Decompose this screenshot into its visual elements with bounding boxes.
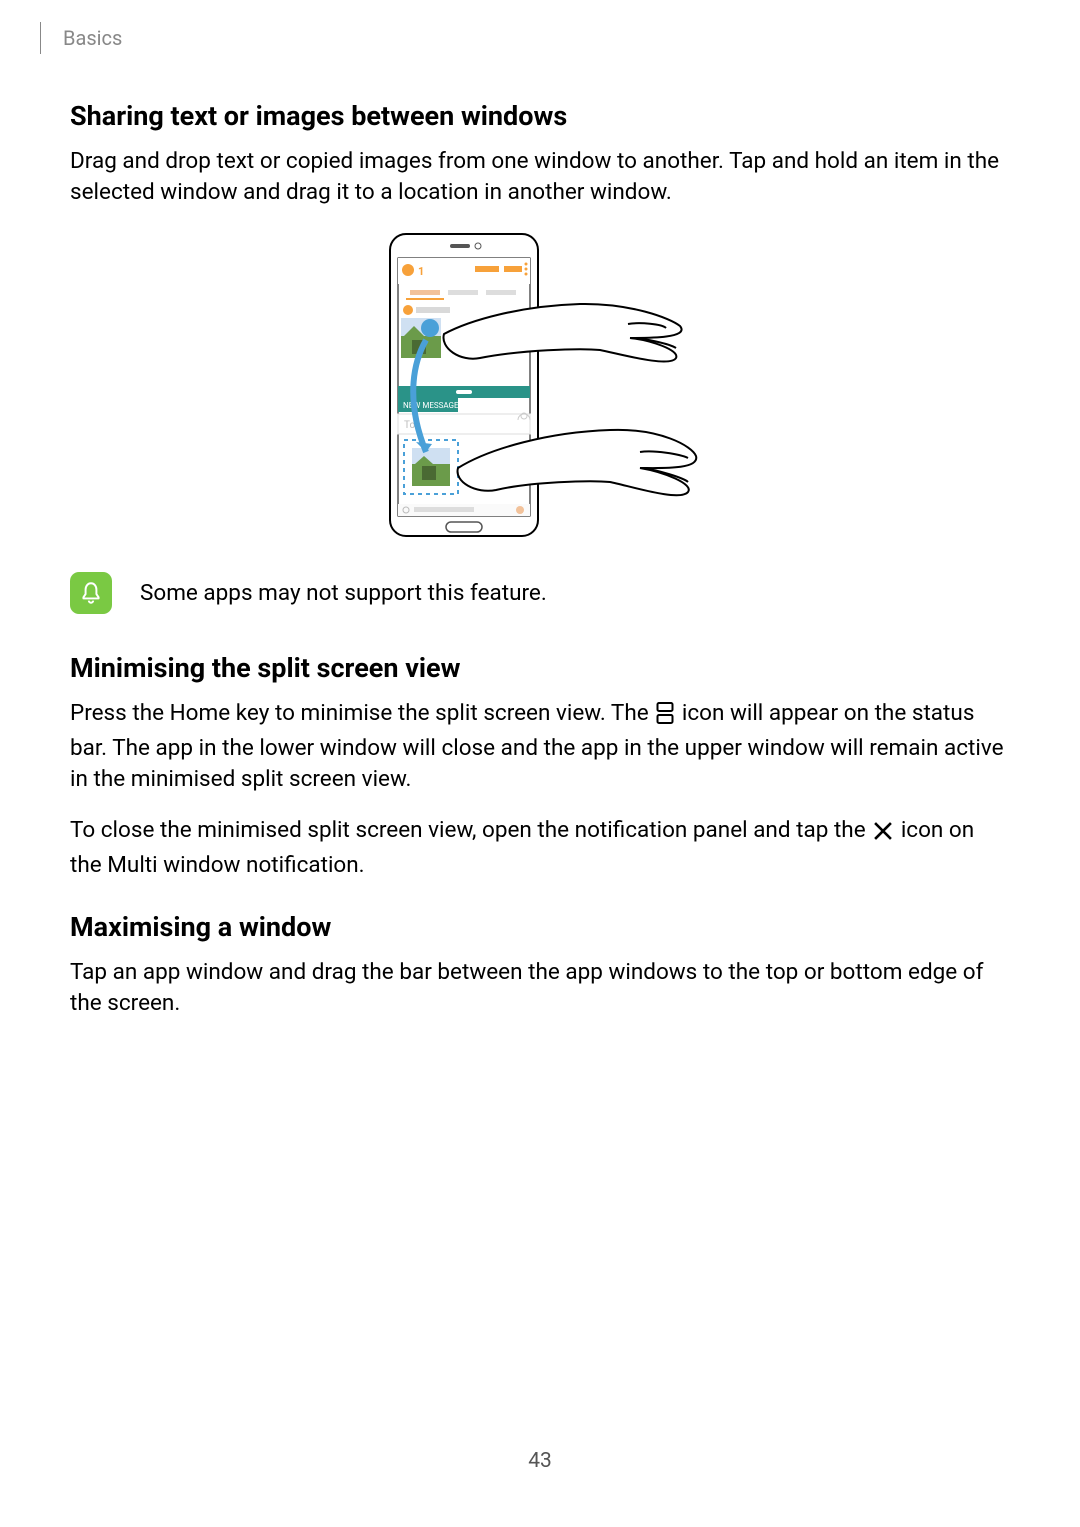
section-body-sharing: Drag and drop text or copied images from… [70, 146, 1010, 208]
split-view-icon [656, 702, 674, 733]
text-part: Press the Home key to minimise the split… [70, 700, 649, 726]
section-body-minimising-2: To close the minimised split screen view… [70, 815, 1010, 881]
section-body-minimising-1: Press the Home key to minimise the split… [70, 698, 1010, 795]
svg-text:1: 1 [418, 265, 424, 278]
section-heading-maximising: Maximising a window [70, 911, 1010, 943]
text-part: To close the minimised split screen view… [70, 817, 866, 843]
note-bell-icon [70, 572, 112, 614]
section-heading-sharing: Sharing text or images between windows [70, 100, 1010, 132]
phone-illustration: 1 [380, 228, 700, 548]
close-x-icon [873, 819, 893, 850]
section-heading-minimising: Minimising the split screen view [70, 652, 1010, 684]
breadcrumb: Basics [40, 22, 122, 54]
figure-drag-drop: 1 [70, 228, 1010, 548]
section-body-maximising: Tap an app window and drag the bar betwe… [70, 957, 1010, 1019]
page-number: 43 [0, 1449, 1080, 1473]
breadcrumb-divider [40, 22, 41, 54]
breadcrumb-label: Basics [63, 26, 122, 50]
note-text: Some apps may not support this feature. [140, 580, 547, 606]
note-row: Some apps may not support this feature. [70, 572, 1010, 614]
